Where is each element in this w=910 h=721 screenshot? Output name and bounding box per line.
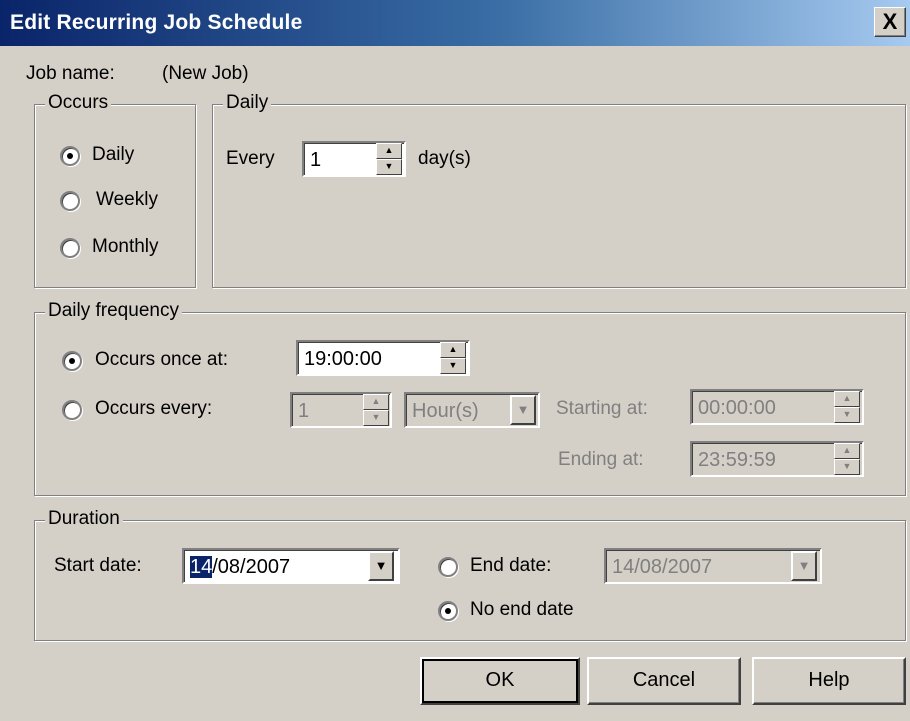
occurs-monthly-label[interactable]: Monthly (92, 236, 159, 258)
ending-at-spinner: ▲ ▼ (834, 443, 860, 475)
end-date-input: 14/08/2007 (604, 548, 822, 584)
starting-at-spinner: ▲ ▼ (834, 391, 860, 423)
occurs-daily-radio[interactable] (60, 146, 80, 166)
start-date-label: Start date: (54, 555, 142, 576)
every-label: Every (226, 148, 275, 169)
occurs-weekly-label[interactable]: Weekly (96, 189, 158, 211)
occurs-group-title: Occurs (45, 91, 112, 115)
occurs-every-spinner: ▲ ▼ (363, 394, 389, 426)
start-date-rest-text: /08/2007 (212, 556, 291, 578)
start-date-selected-text: 14 (190, 556, 213, 578)
duration-title: Duration (45, 507, 123, 531)
end-date-label[interactable]: End date: (470, 555, 551, 577)
spin-down-icon: ▼ (834, 407, 860, 423)
occurs-every-radio[interactable] (62, 400, 82, 420)
occurs-once-spinner[interactable]: ▲ ▼ (440, 342, 466, 374)
spin-up-icon[interactable]: ▲ (376, 143, 402, 159)
occurs-once-radio[interactable] (62, 351, 82, 371)
days-unit-label: day(s) (418, 148, 471, 169)
help-button[interactable]: Help (752, 657, 906, 705)
close-button[interactable]: X (874, 7, 906, 37)
spin-up-icon: ▲ (363, 394, 389, 410)
spin-up-icon[interactable]: ▲ (440, 342, 466, 358)
spin-down-icon[interactable]: ▼ (376, 159, 402, 175)
chevron-down-icon[interactable]: ▼ (368, 551, 394, 581)
starting-at-label: Starting at: (556, 398, 648, 419)
chevron-down-icon: ▼ (791, 551, 817, 581)
occurs-daily-label[interactable]: Daily (92, 144, 134, 166)
end-date-radio[interactable] (438, 557, 458, 577)
ending-at-label: Ending at: (558, 449, 644, 470)
occurs-once-label[interactable]: Occurs once at: (95, 349, 228, 371)
job-name-label: Job name: (26, 63, 115, 84)
chevron-down-icon: ▼ (510, 395, 536, 425)
ok-button[interactable]: OK (420, 657, 580, 705)
cancel-button[interactable]: Cancel (587, 657, 741, 705)
daily-group: Daily (212, 91, 906, 288)
no-end-date-radio[interactable] (438, 601, 458, 621)
daily-frequency-title: Daily frequency (45, 299, 182, 323)
title-bar: Edit Recurring Job Schedule X (0, 0, 910, 46)
no-end-date-label[interactable]: No end date (470, 599, 574, 621)
every-days-spinner[interactable]: ▲ ▼ (376, 143, 402, 175)
spin-down-icon: ▼ (834, 459, 860, 475)
occurs-every-label[interactable]: Occurs every: (95, 398, 212, 420)
daily-group-title: Daily (223, 91, 272, 115)
occurs-weekly-radio[interactable] (60, 191, 80, 211)
spin-down-icon[interactable]: ▼ (440, 358, 466, 374)
job-name-value: (New Job) (162, 63, 249, 84)
spin-up-icon: ▲ (834, 391, 860, 407)
spin-up-icon: ▲ (834, 443, 860, 459)
window-title: Edit Recurring Job Schedule (10, 11, 303, 34)
occurs-monthly-radio[interactable] (60, 238, 80, 258)
spin-down-icon: ▼ (363, 410, 389, 426)
